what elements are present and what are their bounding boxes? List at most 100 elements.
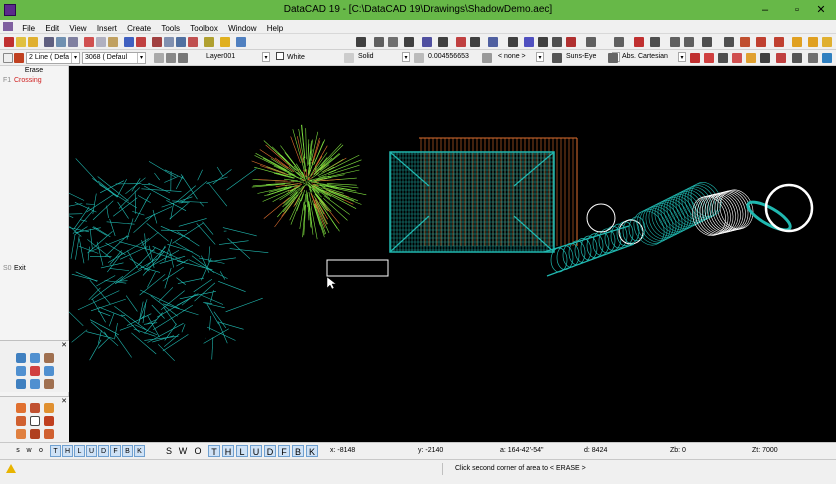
settings-icon[interactable] — [822, 53, 832, 63]
ortho-icon[interactable] — [374, 37, 384, 47]
arrow-icon[interactable] — [524, 37, 534, 47]
layer-key2-t[interactable]: T — [208, 445, 220, 457]
palette-icon[interactable] — [704, 53, 714, 63]
layer-key-h[interactable]: H — [62, 445, 73, 457]
wall-type-select[interactable]: 3068 ( Defaul ▾ — [82, 52, 146, 64]
zoom-window-icon[interactable] — [16, 379, 26, 389]
linestyle-select[interactable]: Solid ▾ — [356, 52, 410, 64]
plant-icon[interactable] — [16, 429, 26, 439]
hatch-icon[interactable] — [482, 53, 492, 63]
save-icon[interactable] — [28, 37, 38, 47]
layer-key-w[interactable]: w — [25, 445, 33, 457]
restore-button[interactable]: ▫ — [786, 2, 808, 18]
erase-tool-icon[interactable] — [650, 37, 660, 47]
light-icon[interactable] — [746, 53, 756, 63]
pan-icon[interactable] — [30, 353, 40, 363]
render-icon[interactable] — [690, 53, 700, 63]
tool-e-icon[interactable] — [204, 37, 214, 47]
layer-key-t[interactable]: T — [50, 445, 61, 457]
zoom-in-icon[interactable] — [16, 353, 26, 363]
layer-add-icon[interactable] — [178, 53, 188, 63]
coords-icon[interactable] — [608, 53, 618, 63]
tool-b-icon[interactable] — [164, 37, 174, 47]
weight-value[interactable]: 0.004556653 — [426, 52, 480, 64]
window-icon[interactable] — [44, 429, 54, 439]
pencil-icon[interactable] — [756, 37, 766, 47]
object-icon[interactable] — [456, 37, 466, 47]
drawing-canvas[interactable] — [69, 66, 836, 442]
person-icon[interactable] — [30, 403, 40, 413]
layer-select[interactable]: Layer001 ▾ — [204, 52, 270, 64]
coords-mode-select[interactable]: Abs. Cartesian ▾ — [620, 52, 686, 64]
eye-icon[interactable] — [552, 53, 562, 63]
close-icon[interactable]: ✕ — [61, 397, 67, 405]
tool-g-icon[interactable] — [236, 37, 246, 47]
hide-icon[interactable] — [808, 53, 818, 63]
linetype-select[interactable]: 2 Line ( Defa ▾ — [26, 52, 80, 64]
view-left-icon[interactable] — [16, 366, 26, 376]
open-folder-icon[interactable] — [16, 37, 26, 47]
symbol-icon[interactable] — [614, 37, 624, 47]
minimize-button[interactable]: – — [754, 2, 776, 18]
layer-key2-h[interactable]: H — [222, 445, 234, 457]
select-icon[interactable] — [30, 416, 40, 426]
stamp-icon[interactable] — [634, 37, 644, 47]
paste-icon[interactable] — [108, 37, 118, 47]
layer-key2-u[interactable]: U — [250, 445, 262, 457]
layer-key2-d[interactable]: D — [264, 445, 276, 457]
layer-props-icon[interactable] — [166, 53, 176, 63]
layer-key-big-w[interactable]: W — [178, 445, 188, 457]
linestyle-icon[interactable] — [344, 53, 354, 63]
measure-icon[interactable] — [670, 37, 680, 47]
layer-key-l[interactable]: L — [74, 445, 85, 457]
circle-icon[interactable] — [488, 37, 498, 47]
weight-icon[interactable] — [414, 53, 424, 63]
view3d-icon[interactable] — [702, 37, 712, 47]
layer-key-big-s[interactable]: S — [164, 445, 174, 457]
snap-icon[interactable] — [356, 37, 366, 47]
tool-d-icon[interactable] — [188, 37, 198, 47]
layer-key-b[interactable]: B — [122, 445, 133, 457]
layer-key-big-o[interactable]: O — [193, 445, 203, 457]
material-icon[interactable] — [732, 53, 742, 63]
layer-key-s[interactable]: s — [14, 445, 22, 457]
door-icon[interactable] — [44, 403, 54, 413]
sphere-icon[interactable] — [718, 53, 728, 63]
fill-icon[interactable] — [44, 416, 54, 426]
person2-icon[interactable] — [30, 429, 40, 439]
doc-check-icon[interactable] — [3, 53, 13, 63]
layer-key-d[interactable]: D — [98, 445, 109, 457]
area-icon[interactable] — [684, 37, 694, 47]
layer-key2-b[interactable]: B — [292, 445, 304, 457]
layer-key2-f[interactable]: F — [278, 445, 290, 457]
cut-icon[interactable] — [84, 37, 94, 47]
layer-tool-icon[interactable] — [586, 37, 596, 47]
zoom-all-icon[interactable] — [44, 379, 54, 389]
visible-icon[interactable] — [792, 53, 802, 63]
fill-tool-icon[interactable] — [776, 53, 786, 63]
layer-key2-k[interactable]: K — [306, 445, 318, 457]
layer-key-o[interactable]: o — [37, 445, 45, 457]
zoom-out-icon[interactable] — [44, 353, 54, 363]
chair-icon[interactable] — [16, 416, 26, 426]
close-icon[interactable]: ✕ — [61, 341, 67, 349]
list-icon[interactable] — [808, 37, 818, 47]
layer-key-f[interactable]: F — [110, 445, 121, 457]
layer-key-u[interactable]: U — [86, 445, 97, 457]
paint-icon[interactable] — [774, 37, 784, 47]
tool-a-icon[interactable] — [152, 37, 162, 47]
house-icon[interactable] — [16, 403, 26, 413]
layer-key-k[interactable]: K — [134, 445, 145, 457]
window-tool-icon[interactable] — [552, 37, 562, 47]
color-select[interactable]: White — [274, 52, 338, 64]
tool-c-icon[interactable] — [176, 37, 186, 47]
copy-icon[interactable] — [96, 37, 106, 47]
menu-item-crossing[interactable]: F1 Crossing — [0, 76, 68, 86]
view-right-icon[interactable] — [44, 366, 54, 376]
plot-icon[interactable] — [56, 37, 66, 47]
new-file-icon[interactable] — [4, 37, 14, 47]
brush-icon[interactable] — [740, 37, 750, 47]
line-icon[interactable] — [404, 37, 414, 47]
grid-icon[interactable] — [388, 37, 398, 47]
menu-item-exit[interactable]: S0 Exit — [0, 264, 26, 274]
